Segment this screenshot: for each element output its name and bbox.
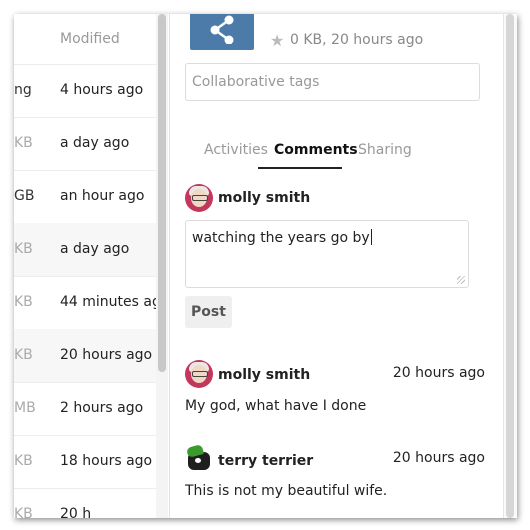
post-button[interactable]: Post — [185, 296, 232, 328]
table-row[interactable]: GB an hour ago — [14, 170, 156, 224]
table-row[interactable]: KB a day ago — [14, 223, 156, 277]
file-size: KB — [14, 347, 33, 363]
sidebar-scrollbar[interactable] — [503, 14, 517, 518]
table-row[interactable]: MB 2 hours ago — [14, 382, 156, 436]
details-sidebar: ★ 0 KB, 20 hours ago Collaborative tags … — [170, 14, 503, 518]
comment-message: This is not my beautiful wife. — [185, 483, 388, 499]
avatar — [185, 444, 213, 474]
file-modified: 44 minutes ag — [60, 294, 156, 310]
table-row[interactable]: KB a day ago — [14, 117, 156, 171]
avatar — [185, 360, 213, 388]
file-size: KB — [14, 506, 33, 518]
file-size-modified: 0 KB, 20 hours ago — [290, 32, 424, 48]
file-modified: 20 hours ago — [60, 347, 153, 363]
file-size: ng — [14, 82, 32, 98]
comment-author: terry terrier — [218, 453, 314, 469]
app-window: Modified ng 4 hours ago KB a day ago GB an ho… — [14, 14, 517, 518]
comment-timestamp: 20 hours ago — [392, 365, 485, 381]
share-icon — [210, 15, 234, 44]
file-modified: 18 hours ago — [60, 453, 153, 469]
comment-input-text: watching the years go by — [192, 230, 370, 246]
star-icon[interactable]: ★ — [270, 31, 284, 50]
file-modified: an hour ago — [60, 188, 145, 204]
comment-input[interactable]: watching the years go by — [185, 220, 469, 288]
avatar — [185, 184, 213, 212]
collaborative-tags-input[interactable]: Collaborative tags — [185, 63, 480, 101]
file-size: MB — [14, 400, 36, 416]
table-row[interactable]: KB 18 hours ago — [14, 435, 156, 489]
comment-message: My god, what have I done — [185, 398, 367, 414]
resize-handle-icon[interactable] — [457, 276, 465, 284]
file-list-scrollbar-thumb[interactable] — [158, 14, 166, 372]
table-row[interactable]: ng 4 hours ago — [14, 64, 156, 118]
file-modified: 2 hours ago — [60, 400, 144, 416]
file-size: KB — [14, 135, 33, 151]
file-size: KB — [14, 241, 33, 257]
comment-timestamp: 20 hours ago — [392, 450, 485, 466]
column-header-modified[interactable]: Modified — [60, 31, 120, 47]
file-modified: a day ago — [60, 241, 130, 257]
tab-comments[interactable]: Comments — [274, 142, 358, 158]
file-modified: 20 h — [60, 506, 92, 518]
file-size: GB — [14, 188, 35, 204]
file-thumbnail — [190, 14, 254, 50]
file-modified: 4 hours ago — [60, 82, 144, 98]
active-tab-indicator — [258, 167, 342, 169]
file-size: KB — [14, 294, 33, 310]
comment-author: molly smith — [218, 367, 311, 383]
table-row[interactable]: KB 44 minutes ag — [14, 276, 156, 330]
file-list: Modified ng 4 hours ago KB a day ago GB an ho… — [14, 14, 156, 518]
text-caret — [370, 229, 372, 245]
table-row[interactable]: KB 20 hours ago — [14, 329, 156, 383]
file-modified: a day ago — [60, 135, 130, 151]
sidebar-scrollbar-thumb[interactable] — [506, 14, 514, 518]
composer-author: molly smith — [218, 190, 311, 206]
tab-sharing[interactable]: Sharing — [358, 142, 412, 158]
tab-activities[interactable]: Activities — [204, 142, 268, 158]
file-size: KB — [14, 453, 33, 469]
table-row[interactable]: KB 20 h — [14, 488, 156, 518]
file-list-header: Modified — [14, 14, 156, 65]
